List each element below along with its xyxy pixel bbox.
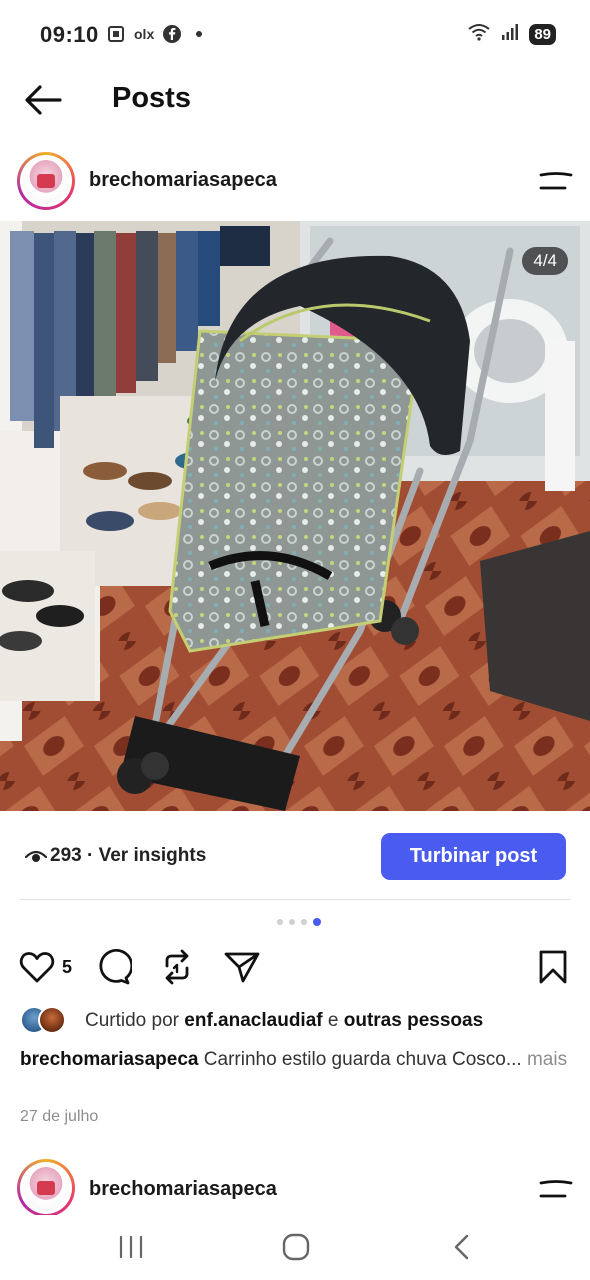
likes-prefix: Curtido por (85, 1010, 179, 1031)
signal-icon (501, 23, 519, 46)
comment-icon (99, 948, 132, 985)
like-count: 5 (62, 957, 73, 977)
repost-icon (165, 949, 189, 985)
save-button[interactable] (533, 945, 573, 989)
post-header: brechomariasapeca (0, 148, 590, 214)
post-menu-button[interactable] (538, 171, 574, 193)
stroller-photo (0, 221, 590, 811)
divider (20, 899, 570, 900)
battery-level: 89 (529, 24, 556, 45)
post-date: 27 de julho (20, 1108, 99, 1125)
next-post-menu-button[interactable] (538, 1179, 574, 1201)
system-navigation-bar (0, 1215, 590, 1280)
pagination-dot-active (313, 918, 321, 926)
home-icon (282, 1233, 310, 1261)
repost-button[interactable] (157, 945, 197, 989)
menu-icon (539, 1180, 573, 1198)
pagination-dot (277, 919, 283, 925)
status-notification-icons: olx (106, 24, 203, 44)
status-system-icons: 89 (467, 22, 556, 47)
likes-text: Curtido por enf.anaclaudiaf e outras pes… (85, 1010, 483, 1032)
home-button[interactable] (274, 1229, 318, 1265)
next-post-username[interactable]: brechomariasapeca (89, 1178, 277, 1201)
menu-icon (539, 172, 573, 190)
pagination-dot (289, 919, 295, 925)
status-bar: 09:10 olx 89 (0, 0, 590, 70)
profile-picture (23, 158, 69, 204)
heart-icon (19, 952, 55, 983)
chevron-left-icon (454, 1234, 469, 1260)
views-count: 293 (50, 845, 82, 866)
facebook-icon (162, 24, 182, 44)
status-time: 09:10 (40, 22, 99, 47)
screenshot-icon (106, 24, 126, 44)
post-actions: 5 (0, 945, 590, 989)
notification-dot (196, 31, 203, 37)
back-button[interactable] (22, 82, 64, 118)
caption-text: Carrinho estilo guarda chuva Cosco... (203, 1049, 522, 1070)
boost-post-button[interactable]: Turbinar post (381, 833, 566, 880)
profile-picture (23, 1165, 69, 1211)
liked-by-username[interactable]: enf.anaclaudiaf (184, 1010, 322, 1031)
like-button[interactable] (17, 945, 57, 989)
post-username[interactable]: brechomariasapeca (89, 169, 277, 192)
system-back-button[interactable] (440, 1229, 484, 1265)
send-icon (224, 952, 260, 983)
likes-conjunction: e (327, 1010, 339, 1031)
likes-others-link[interactable]: outras pessoas (344, 1010, 483, 1031)
slide-counter: 4/4 (522, 247, 568, 275)
pagination-dot (301, 919, 307, 925)
page-title: Posts (112, 82, 191, 114)
wifi-icon (467, 22, 491, 47)
next-post-header: brechomariasapeca (0, 1157, 590, 1215)
liker-avatar (38, 1006, 66, 1034)
share-button[interactable] (222, 945, 262, 989)
comment-button[interactable] (93, 945, 133, 989)
likes-summary[interactable]: Curtido por enf.anaclaudiaf e outras pes… (20, 1006, 580, 1036)
post-image[interactable]: 4/4 (0, 221, 590, 811)
insights-label: · Ver insights (86, 845, 207, 866)
carousel-pagination (0, 918, 590, 929)
olx-icon: olx (134, 26, 155, 42)
post-caption: brechomariasapeca Carrinho estilo guarda… (20, 1045, 575, 1074)
next-post-avatar[interactable] (17, 1159, 75, 1215)
recent-apps-button[interactable] (109, 1229, 153, 1265)
insights-row: 293 · Ver insights Turbinar post (0, 832, 590, 882)
eye-icon (25, 850, 47, 862)
arrow-left-icon (25, 85, 62, 115)
recent-apps-icon (119, 1235, 143, 1259)
views-insights-link[interactable]: 293 · Ver insights (50, 845, 206, 867)
avatar[interactable] (17, 152, 75, 210)
bookmark-icon (539, 950, 567, 984)
caption-username[interactable]: brechomariasapeca (20, 1049, 199, 1070)
caption-more-link[interactable]: mais (527, 1049, 567, 1070)
top-app-bar: Posts (0, 70, 590, 130)
